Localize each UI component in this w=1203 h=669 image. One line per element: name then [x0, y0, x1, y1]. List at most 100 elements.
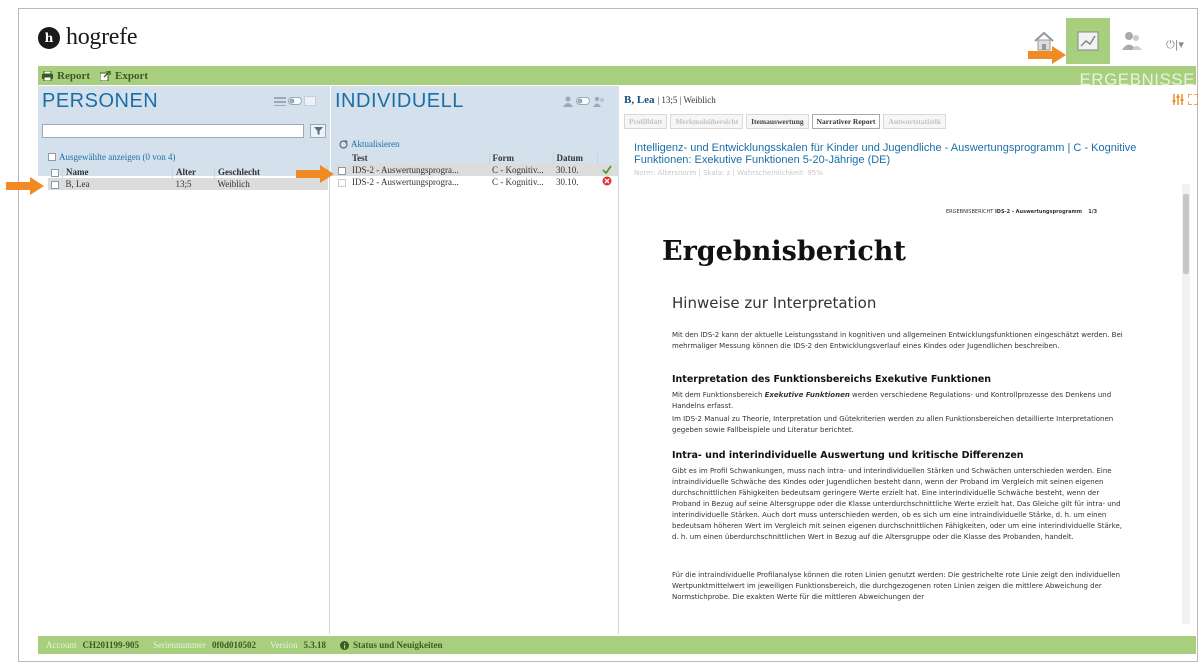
person-age: 13;5	[172, 178, 215, 190]
toggle-icon[interactable]	[576, 96, 590, 106]
tab-profilblatt[interactable]: Profilblatt	[624, 114, 668, 129]
section2-paragraph2: Für die intraindividuelle Profilanalyse …	[672, 571, 1121, 601]
view-toggles	[274, 96, 316, 106]
report-person: B, Lea | 13;5 | Weiblich	[624, 94, 716, 106]
test-name: IDS-2 - Auswertungsprogra...	[349, 164, 489, 176]
row-checkbox[interactable]	[338, 178, 346, 187]
document-header-test: IDS-2 - Auswertungsprogramm	[994, 209, 1082, 215]
list-view-icon[interactable]	[274, 96, 286, 106]
personen-title: PERSONEN	[42, 90, 159, 112]
section1-paragraph1: Mit dem Funktionsbereich Exekutive Funkt…	[672, 390, 1127, 412]
annotation-arrow-test	[296, 165, 334, 183]
refresh-label: Aktualisieren	[351, 139, 400, 149]
document-header-label: ERGEBNISBERICHT	[946, 209, 994, 215]
scrollbar-thumb[interactable]	[1183, 194, 1189, 274]
tab-narrativer-report[interactable]: Narrativer Report	[811, 114, 881, 129]
grid-view-icon[interactable]	[304, 96, 316, 106]
export-label: Export	[115, 69, 148, 82]
table-header: Test Form Datum	[335, 152, 617, 164]
nav-results-button[interactable]	[1066, 18, 1110, 64]
hogrefe-logo: h hogrefe	[38, 24, 138, 51]
individuell-table: Test Form Datum IDS-2 - Auswertungsprogr…	[335, 152, 617, 188]
serial-label: Seriennummer	[153, 640, 207, 650]
export-button[interactable]: Export	[100, 70, 148, 82]
report-label: Report	[57, 69, 90, 82]
column-header-datum[interactable]: Datum	[553, 152, 598, 164]
sliders-icon[interactable]	[1172, 94, 1184, 105]
document-heading: Ergebnisbericht	[662, 236, 906, 267]
document-page: 1/3	[1088, 209, 1098, 215]
row-checkbox[interactable]	[51, 180, 59, 189]
logo-mark: h	[38, 26, 60, 49]
document-header: ERGEBNISBERICHT IDS-2 - Auswertungsprogr…	[946, 209, 1097, 215]
report-button[interactable]: Report	[42, 70, 90, 82]
refresh-button[interactable]: Aktualisieren	[339, 139, 400, 149]
test-form: C - Kognitiv...	[489, 164, 553, 176]
report-tools	[1172, 94, 1198, 105]
person-name: B, Lea	[62, 178, 173, 190]
individuell-panel: INDIVIDUELL Aktualisieren Test Form Datu…	[331, 86, 619, 634]
report-document: ERGEBNISBERICHT IDS-2 - Auswertungsprogr…	[630, 184, 1180, 624]
account-label: Account	[46, 640, 77, 650]
report-person-meta: | 13;5 | Weiblich	[657, 95, 716, 105]
error-icon	[602, 176, 612, 186]
tab-merkmalsuebersicht[interactable]: Merkmalsübersicht	[670, 114, 744, 129]
section2-title: Intra- und interindividuelle Auswertung …	[672, 450, 1024, 461]
serial-value: 0f0d010502	[212, 640, 257, 650]
test-name: IDS-2 - Auswertungsprogra...	[352, 177, 459, 187]
row-checkbox[interactable]	[338, 166, 346, 175]
show-selected-toggle[interactable]: Ausgewählte anzeigen (0 von 4)	[48, 152, 175, 162]
news-label: Status und Neuigkeiten	[353, 640, 443, 650]
power-menu[interactable]: ⏻|▾	[1166, 38, 1184, 52]
tab-antwortstatistik[interactable]: Antwortstatistik	[883, 114, 946, 129]
group-icon[interactable]	[593, 96, 605, 107]
test-date: 30.10.	[556, 177, 579, 187]
annotation-arrow-person	[6, 177, 44, 195]
table-row[interactable]: IDS-2 - Auswertungsprogra... C - Kogniti…	[335, 176, 617, 188]
nav-users-button[interactable]	[1110, 18, 1154, 64]
report-person-name: B, Lea	[624, 94, 655, 106]
person-search-input[interactable]	[42, 124, 304, 138]
report-tabs: Profilblatt Merkmalsübersicht Itemauswer…	[624, 114, 946, 129]
show-selected-checkbox[interactable]	[48, 153, 56, 161]
column-header-test[interactable]: Test	[349, 152, 490, 164]
version-value: 5.3.18	[303, 640, 327, 650]
test-date: 30.10.	[553, 164, 597, 176]
version-label: Version	[270, 640, 298, 650]
report-norm: Norm: Altersnorm | Skala: z | Wahrschein…	[634, 169, 823, 177]
individuell-actions	[563, 96, 605, 107]
chart-icon	[1077, 31, 1099, 51]
printer-icon	[42, 70, 53, 81]
person-icon[interactable]	[563, 96, 573, 107]
tab-itemauswertung[interactable]: Itemauswertung	[746, 114, 809, 129]
column-header-alter[interactable]: Alter	[172, 166, 215, 178]
section1-p1-emphasis: Exekutive Funktionen	[764, 391, 850, 399]
individuell-title: INDIVIDUELL	[335, 90, 464, 112]
section1-paragraph2: Im IDS-2 Manual zu Theorie, Interpretati…	[672, 415, 1114, 434]
test-form: C - Kognitiv...	[492, 177, 544, 187]
table-row[interactable]: B, Lea 13;5 Weiblich	[48, 178, 328, 190]
report-scrollbar[interactable]	[1182, 184, 1190, 624]
section1-title: Interpretation des Funktionsbereichs Exe…	[672, 374, 992, 385]
toggle-icon[interactable]	[288, 96, 302, 106]
select-all-checkbox[interactable]	[51, 168, 59, 177]
account-value: CH201199-905	[82, 640, 140, 650]
annotation-arrow-results	[1028, 46, 1066, 64]
report-panel: B, Lea | 13;5 | Weiblich Profilblatt Mer…	[620, 86, 1198, 634]
personen-panel: PERSONEN Ausgewählte anzeigen (0 von 4) …	[38, 86, 330, 634]
table-header: Name Alter Geschlecht	[48, 166, 328, 178]
column-header-form[interactable]: Form	[489, 152, 554, 164]
table-row[interactable]: IDS-2 - Auswertungsprogra... C - Kogniti…	[335, 164, 617, 176]
news-link[interactable]: Status und Neuigkeiten	[340, 640, 443, 650]
column-header-name[interactable]: Name	[62, 166, 173, 178]
checkmark-icon	[602, 164, 612, 174]
personen-table: Name Alter Geschlecht B, Lea 13;5 Weibli…	[48, 166, 328, 190]
filter-button[interactable]	[310, 124, 326, 138]
document-intro: Mit den IDS-2 kann der aktuelle Leistung…	[672, 331, 1123, 350]
export-icon	[100, 70, 111, 81]
info-icon	[340, 640, 350, 650]
report-title: Intelligenz- und Entwicklungsskalen für …	[634, 142, 1137, 166]
expand-icon[interactable]	[1188, 94, 1198, 105]
users-icon	[1122, 32, 1142, 50]
logo-text: hogrefe	[66, 24, 138, 50]
